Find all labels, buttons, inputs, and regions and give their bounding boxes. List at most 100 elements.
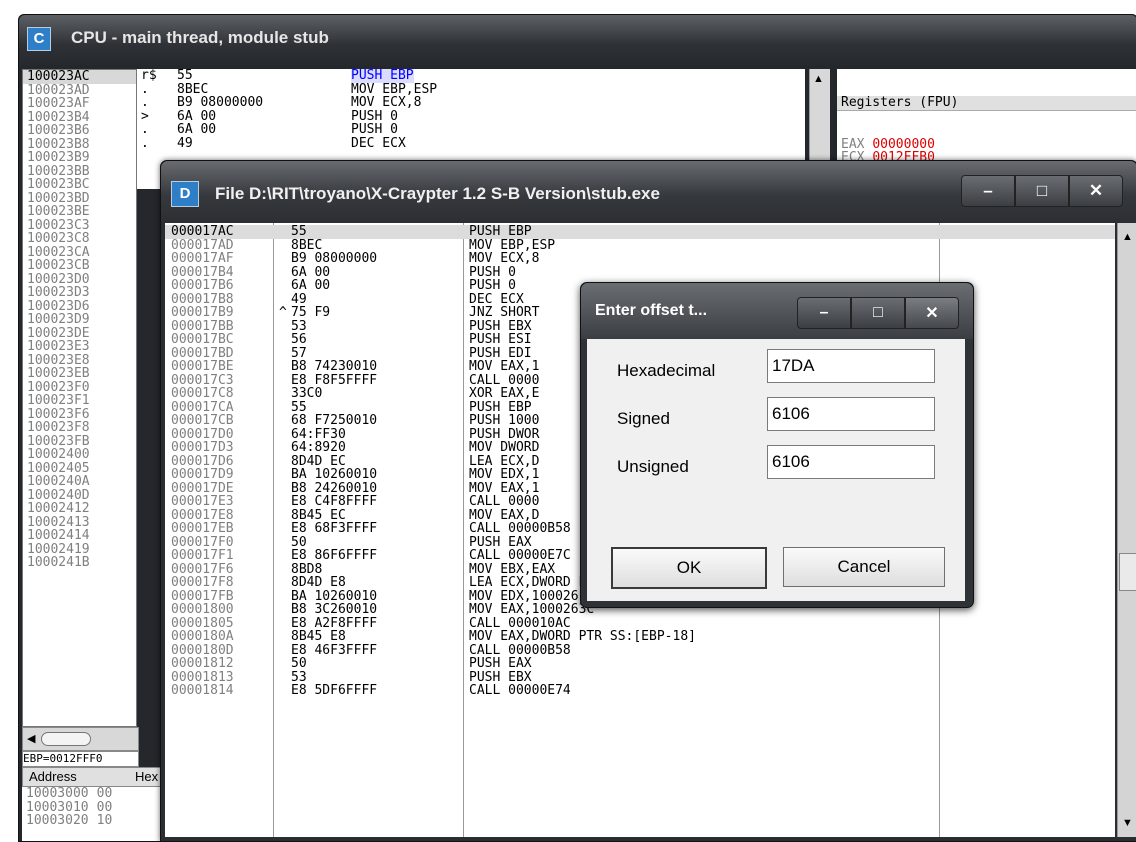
address-row[interactable]: 100023BC: [23, 178, 136, 192]
address-row[interactable]: 100023E8: [23, 353, 136, 368]
file-code-row[interactable]: 00001805 E8 A2F8FFFF CALL 000010AC: [165, 616, 1115, 631]
address-row[interactable]: 100023F1: [23, 394, 136, 408]
address-row[interactable]: 100023B4: [23, 110, 136, 125]
address-row[interactable]: 100023DE: [23, 326, 136, 341]
address-row[interactable]: 100023B9: [23, 151, 136, 165]
minimize-button[interactable]: –: [797, 297, 851, 329]
address-row[interactable]: 100023D6: [23, 299, 136, 314]
address-row[interactable]: 10002405: [23, 461, 136, 476]
code-row[interactable]: 6A 00 PUSH 0: [167, 123, 805, 137]
address-row[interactable]: 10002413: [23, 515, 136, 530]
address-row[interactable]: 100023AF: [23, 97, 136, 111]
address-row[interactable]: 100023AC: [23, 70, 136, 84]
code-row[interactable]: B9 08000000 MOV ECX,8: [167, 96, 805, 110]
file-disasm: PUSH EBX: [469, 669, 532, 685]
file-hex: 68 F7250010: [291, 413, 378, 428]
address-row[interactable]: 100023BB: [23, 164, 136, 179]
file-vertical-scrollbar[interactable]: ▲ ▼: [1117, 223, 1136, 837]
dump-row[interactable]: 10003010 00: [22, 800, 162, 815]
scroll-down-arrow-icon[interactable]: ▼: [1122, 817, 1133, 829]
file-mark: ^: [279, 305, 287, 320]
address-row[interactable]: 1000240D: [23, 488, 136, 503]
unsigned-input[interactable]: [767, 445, 935, 479]
file-address: 000017D6: [171, 453, 234, 469]
address-row[interactable]: 100023C3: [23, 218, 136, 233]
file-code-row[interactable]: 00001812 50 PUSH EAX: [165, 657, 1115, 671]
address-row[interactable]: 100023FB: [23, 434, 136, 449]
file-code-row[interactable]: 0000180A 8B45 E8 MOV EAX,DWORD PTR SS:[EBP…: [165, 630, 1115, 644]
address-row[interactable]: 10002412: [23, 502, 136, 516]
code-row[interactable]: 55 PUSH EBP: [167, 69, 805, 83]
file-window-titlebar[interactable]: D File D:\RIT\troyano\X-Craypter 1.2 S-B…: [161, 161, 1136, 223]
close-button[interactable]: ✕: [1069, 175, 1123, 207]
hexadecimal-input[interactable]: [767, 349, 935, 383]
address-row[interactable]: 100023F8: [23, 421, 136, 435]
file-disasm: PUSH 0: [469, 264, 516, 280]
address-row[interactable]: 100023C8: [23, 232, 136, 246]
file-window-title: File D:\RIT\troyano\X-Craypter 1.2 S-B V…: [215, 184, 660, 203]
address-row[interactable]: 100023D3: [23, 286, 136, 300]
file-hex: 8D4D EC: [291, 453, 346, 469]
dump-header-hex[interactable]: Hex: [135, 769, 158, 784]
file-hex: 8BEC: [291, 237, 323, 253]
file-hex: 64:FF30: [291, 426, 346, 442]
maximize-button[interactable]: □: [1015, 175, 1069, 207]
file-code-row[interactable]: 0000180D E8 46F3FFFF CALL 00000B58: [165, 643, 1115, 658]
address-row[interactable]: 100023D0: [23, 272, 136, 287]
cpu-horizontal-scrollbar[interactable]: ◀: [22, 727, 139, 751]
scroll-thumb[interactable]: [1119, 553, 1136, 591]
file-disasm: CALL 0000: [469, 372, 540, 388]
registers-header: Registers (FPU): [837, 96, 1136, 111]
file-hex: 56: [291, 332, 307, 347]
address-row[interactable]: 10002419: [23, 542, 136, 557]
cpu-address-column[interactable]: 100023AC 100023AD 100023AF 100023B4 100023B6…: [22, 69, 137, 727]
dump-header-address[interactable]: Address: [29, 769, 77, 784]
file-disasm: JNZ SHORT: [469, 305, 540, 320]
address-row[interactable]: 100023F0: [23, 380, 136, 395]
address-row[interactable]: 1000241B: [23, 556, 136, 570]
file-address: 000017BD: [171, 345, 234, 361]
scroll-left-arrow-icon[interactable]: ◀: [27, 732, 35, 745]
address-row[interactable]: 10002414: [23, 529, 136, 543]
cpu-window-titlebar[interactable]: C CPU - main thread, module stub: [19, 15, 1136, 65]
dump-pane[interactable]: 10003000 00 10003010 00 10003020 10: [22, 787, 162, 841]
address-row[interactable]: 100023E3: [23, 340, 136, 354]
ok-button[interactable]: OK: [611, 547, 767, 589]
address-row[interactable]: 100023F6: [23, 407, 136, 422]
file-code-row[interactable]: 00001814 E8 5DF6FFFF CALL 00000E74: [165, 684, 1115, 698]
scroll-thumb[interactable]: [41, 732, 91, 746]
dump-row[interactable]: 10003020 10: [22, 814, 162, 828]
address-row[interactable]: 100023CA: [23, 245, 136, 260]
address-row[interactable]: 100023CB: [23, 259, 136, 273]
code-row[interactable]: 49 DEC ECX: [167, 136, 805, 151]
close-button[interactable]: ✕: [905, 297, 959, 329]
maximize-button[interactable]: □: [851, 297, 905, 329]
address-row[interactable]: 100023B6: [23, 124, 136, 138]
address-row[interactable]: 100023B8: [23, 137, 136, 152]
code-row[interactable]: 6A 00 PUSH 0: [167, 109, 805, 124]
file-hex: 8D4D E8: [291, 575, 346, 590]
register-row[interactable]: EAX 00000000: [837, 137, 1136, 152]
address-row[interactable]: 100023AD: [23, 83, 136, 98]
address-row[interactable]: 1000240A: [23, 475, 136, 489]
scroll-up-arrow-icon[interactable]: ▲: [813, 73, 824, 85]
minimize-button[interactable]: –: [961, 175, 1015, 207]
address-row[interactable]: 10002400: [23, 448, 136, 462]
scroll-up-arrow-icon[interactable]: ▲: [1122, 231, 1133, 243]
dialog-window-controls: – □ ✕: [797, 297, 959, 329]
file-code-row[interactable]: 000017AD 8BEC MOV EBP,ESP: [165, 237, 1115, 253]
file-code-row[interactable]: 000017AC 55 PUSH EBP: [165, 225, 1115, 239]
file-code-row[interactable]: 000017AF B9 08000000 MOV ECX,8: [165, 252, 1115, 266]
address-row[interactable]: 100023EB: [23, 367, 136, 381]
address-row[interactable]: 100023BD: [23, 191, 136, 206]
cancel-button[interactable]: Cancel: [783, 547, 945, 587]
dialog-titlebar[interactable]: Enter offset t... – □ ✕: [581, 283, 973, 339]
dump-row[interactable]: 10003000 00: [22, 787, 162, 801]
code-row[interactable]: 8BEC MOV EBP,ESP: [167, 82, 805, 97]
file-code-row[interactable]: 00001813 53 PUSH EBX: [165, 669, 1115, 685]
address-row[interactable]: 100023D9: [23, 313, 136, 327]
file-code-row[interactable]: 000017B4 6A 00 PUSH 0: [165, 264, 1115, 280]
file-hex: E8 68F3FFFF: [291, 521, 378, 536]
address-row[interactable]: 100023BE: [23, 205, 136, 219]
signed-input[interactable]: [767, 397, 935, 431]
